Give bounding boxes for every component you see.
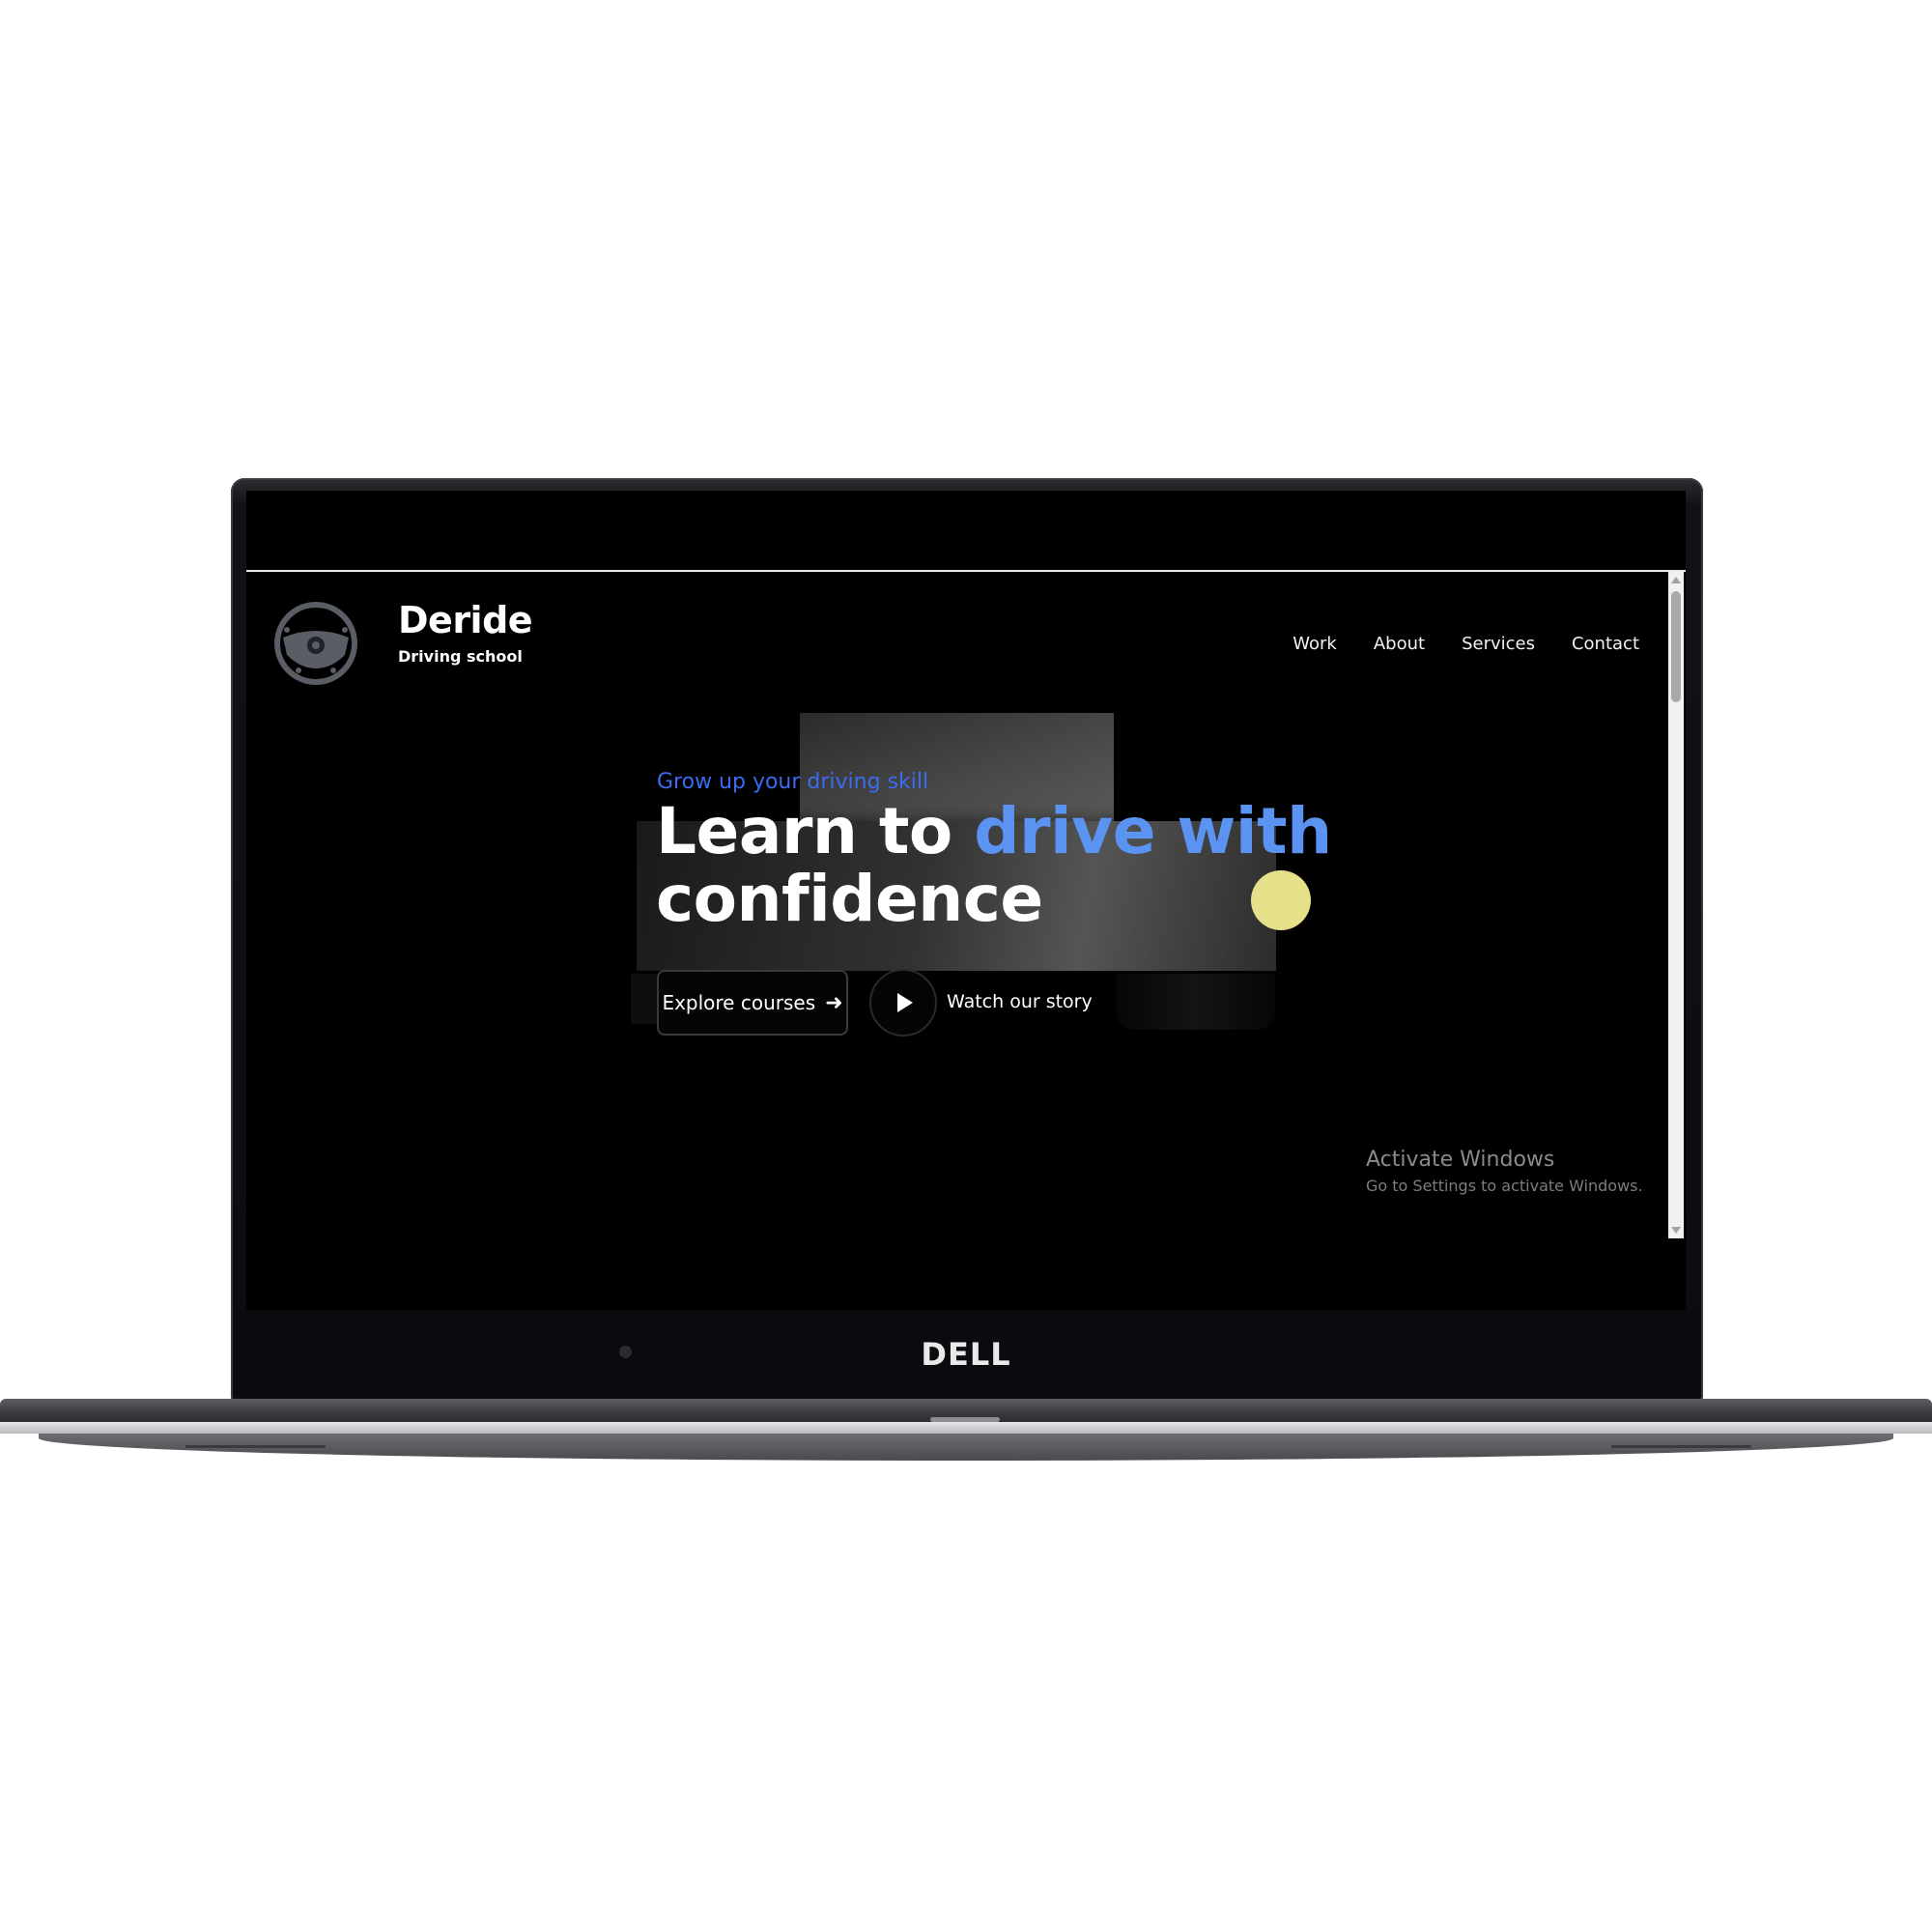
headline-accent: drive with bbox=[974, 794, 1332, 868]
nav-link-about[interactable]: About bbox=[1374, 634, 1425, 654]
hero-graphic-shadow bbox=[1116, 974, 1275, 1030]
scroll-thumb[interactable] bbox=[1671, 591, 1681, 702]
webcam-icon bbox=[619, 1346, 632, 1358]
arrow-right-icon: ➜ bbox=[825, 990, 843, 1015]
scroll-up-arrow-icon[interactable] bbox=[1671, 577, 1681, 583]
speaker-vent-left bbox=[185, 1445, 326, 1448]
steering-wheel-icon[interactable] bbox=[273, 601, 358, 686]
activate-windows-subtitle: Go to Settings to activate Windows. bbox=[1366, 1177, 1643, 1195]
nav-link-services[interactable]: Services bbox=[1462, 634, 1535, 654]
activate-windows-title: Activate Windows bbox=[1366, 1148, 1555, 1172]
play-icon bbox=[897, 993, 913, 1012]
explore-courses-button[interactable]: Explore courses ➜ bbox=[657, 970, 848, 1036]
nav-link-contact[interactable]: Contact bbox=[1572, 634, 1639, 654]
brand-name[interactable]: Deride bbox=[398, 599, 533, 641]
headline-part1: Learn to bbox=[656, 794, 975, 868]
laptop-mockup: DELL Deride Driving school Work About Se… bbox=[0, 0, 1932, 1932]
brand-tagline: Driving school bbox=[398, 647, 523, 666]
watch-story-link[interactable]: Watch our story bbox=[947, 991, 1093, 1012]
browser-top-area bbox=[246, 491, 1686, 570]
laptop-base-edge bbox=[0, 1422, 1932, 1434]
dell-logo: DELL bbox=[921, 1336, 1011, 1373]
explore-courses-label: Explore courses bbox=[662, 991, 816, 1014]
browser-viewport: Deride Driving school Work About Service… bbox=[246, 491, 1686, 1310]
hero-eyebrow: Grow up your driving skill bbox=[657, 770, 929, 794]
hero-headline: Learn to drive with confidence bbox=[656, 798, 1332, 933]
nav-link-work[interactable]: Work bbox=[1293, 634, 1337, 654]
speaker-vent-right bbox=[1611, 1445, 1751, 1448]
vertical-scrollbar[interactable] bbox=[1668, 572, 1684, 1238]
scroll-down-arrow-icon[interactable] bbox=[1671, 1227, 1681, 1234]
headline-part2: confidence bbox=[656, 862, 1043, 936]
play-button[interactable] bbox=[869, 969, 937, 1037]
main-nav: Work About Services Contact bbox=[1293, 634, 1639, 654]
hero-graphic-block bbox=[631, 974, 660, 1024]
viewport-top-border bbox=[246, 570, 1686, 572]
